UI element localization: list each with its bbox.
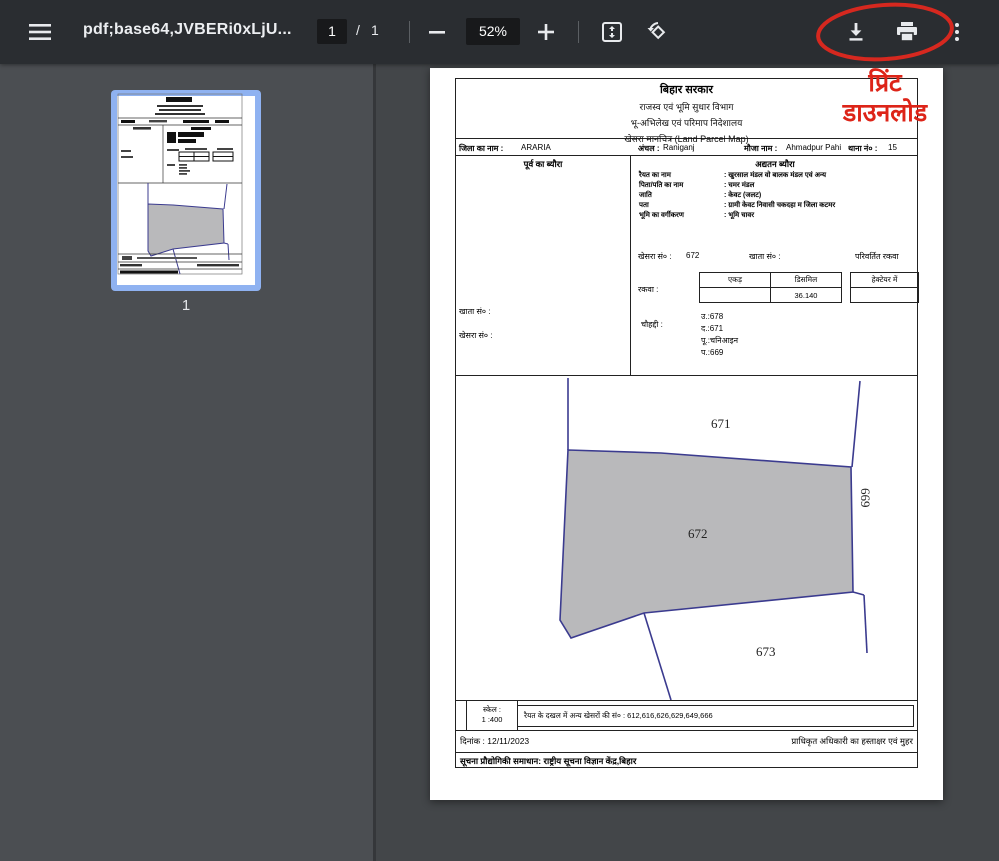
plus-icon — [538, 24, 554, 40]
prev-khata-label: खाता सं० : — [459, 306, 490, 317]
zoom-in-button[interactable] — [530, 16, 562, 48]
hamburger-icon — [29, 24, 51, 40]
caste-label: जाति — [639, 191, 652, 200]
it-solution-line: सूचना प्रौद्योगिकी समाधान: राष्ट्रीय सूच… — [456, 753, 917, 769]
minus-icon — [429, 31, 445, 34]
father-name-label: पिता/पति का नाम — [639, 181, 683, 190]
khesra-no-label: खेसरा सं० : — [638, 251, 672, 262]
previous-details-column: पूर्व का ब्यौरा खाता सं० : खेसरा सं० : — [456, 156, 631, 376]
acre-header: एकड़ — [700, 273, 771, 288]
scale-label: स्केल : — [467, 705, 517, 715]
document-content: बिहार सरकार राजस्व एवं भूमि सुधार विभाग … — [455, 78, 918, 768]
other-khesra-note: रैयत के दखल में अन्य खेसरों की सं० : 612… — [518, 705, 914, 727]
fit-page-icon — [601, 21, 623, 43]
fit-to-page-button[interactable] — [596, 16, 628, 48]
parcel-map-svg: 671 672 673 669 — [456, 376, 917, 700]
pdf-viewer-area: 1 बिहार सरकार राजस्व एवं भूमि सुधार विभा… — [0, 64, 999, 861]
document-title: pdf;base64,JVBERi0xLjU... — [83, 21, 292, 39]
department-line: राजस्व एवं भूमि सुधार विभाग — [456, 100, 917, 113]
signature-text: प्राधिकृत अधिकारी का हस्ताक्षर एवं मुहर — [791, 736, 913, 747]
address-label: पता — [639, 201, 649, 210]
zoom-level[interactable]: 52% — [466, 18, 520, 45]
land-class-value: : भूमि चावर — [724, 211, 754, 220]
converted-area-label: परिवर्तित रकवा — [855, 251, 899, 262]
govt-title: बिहार सरकार — [456, 82, 917, 97]
print-icon — [896, 22, 918, 42]
current-heading: अद्यतन ब्यौरा — [631, 156, 919, 170]
boundary-north: उ.:678 — [701, 311, 723, 322]
current-details-column: अद्यतन ब्यौरा रैयत का नाम : खुरसाल मंडल … — [631, 156, 919, 376]
more-options-button[interactable] — [941, 16, 973, 48]
district-value: ARARIA — [521, 143, 551, 152]
thumbnail-mini-document — [111, 90, 249, 279]
raiyat-name-value: : खुरसाल मंडल वो बालक मंडल एवं अन्य — [724, 171, 826, 180]
details-section: पूर्व का ब्यौरा खाता सं० : खेसरा सं० : अ… — [456, 156, 917, 376]
toolbar-separator — [409, 21, 410, 43]
download-button[interactable] — [840, 16, 872, 48]
rotate-button[interactable] — [642, 16, 674, 48]
parcel-map: 671 672 673 669 — [456, 376, 917, 701]
thana-value: 15 — [888, 143, 897, 152]
scale-row: स्केल : 1 :400 रैयत के दखल में अन्य खेसर… — [456, 701, 917, 731]
decimal-value: 36.140 — [771, 288, 842, 303]
thana-label: थाना नं० : — [848, 143, 877, 154]
district-label: जिला का नाम : — [459, 143, 503, 154]
three-dot-menu-icon — [955, 23, 959, 41]
khesra-no-value: 672 — [686, 251, 699, 260]
thumbnail-sidebar: 1 — [0, 64, 373, 861]
decimal-header: डिसमिल — [771, 273, 842, 288]
plot-label-673: 673 — [756, 644, 776, 659]
hectare-table: हेक्टेयर में — [850, 272, 919, 303]
scale-value: 1 :400 — [467, 715, 517, 724]
chauhaddi-label: चौहद्दी : — [641, 319, 663, 330]
hectare-header: हेक्टेयर में — [851, 273, 919, 288]
page-count: 1 — [371, 22, 379, 38]
sidebar-divider[interactable] — [373, 64, 376, 861]
thumbnail-page-number: 1 — [111, 297, 261, 314]
pdf-toolbar: pdf;base64,JVBERi0xLjU... 1 / 1 52% — [0, 0, 999, 64]
pdf-page: बिहार सरकार राजस्व एवं भूमि सुधार विभाग … — [430, 68, 943, 800]
boundary-south: द.:671 — [701, 323, 723, 334]
acre-value — [700, 288, 771, 303]
address-value: : ग्रामी केवट निवासी चकदहा म जिला कटमर — [724, 201, 835, 210]
khata-no-label: खाता सं० : — [749, 251, 780, 262]
date-value: दिनांक : 12/11/2023 — [460, 736, 529, 747]
rotate-icon — [646, 20, 670, 44]
boundary-east: पू.:चनिआइन — [701, 335, 738, 346]
scale-cell: स्केल : 1 :400 — [466, 701, 518, 731]
caste-value: : केवट (जलट) — [724, 191, 761, 200]
previous-heading: पूर्व का ब्यौरा — [456, 156, 630, 170]
print-button[interactable] — [891, 16, 923, 48]
father-name-value: : चमर मंडल — [724, 181, 754, 190]
land-class-label: भूमि का वर्गीकरण — [639, 211, 684, 220]
plot-label-671: 671 — [711, 416, 731, 431]
plot-label-672: 672 — [688, 526, 708, 541]
page-divider: / — [356, 22, 360, 38]
download-icon — [846, 22, 866, 42]
directorate-line: भू-अभिलेख एवं परिमाप निदेशालय — [456, 116, 917, 129]
rakba-label: रकवा : — [638, 284, 658, 295]
mauja-value: Ahmadpur Pahi — [786, 143, 841, 152]
mauja-label: मौजा नाम : — [744, 143, 777, 154]
hectare-value — [851, 288, 919, 303]
anchal-value: Raniganj — [663, 143, 695, 152]
page-thumbnail[interactable] — [111, 90, 261, 291]
area-table: एकड़ डिसमिल 36.140 — [699, 272, 842, 303]
boundary-west: प.:669 — [701, 347, 723, 358]
prev-khesra-label: खेसरा सं० : — [459, 330, 493, 341]
zoom-out-button[interactable] — [421, 16, 453, 48]
toolbar-separator — [578, 21, 579, 43]
menu-button[interactable] — [24, 16, 56, 48]
location-info-row: जिला का नाम : ARARIA अंचल : Raniganj मौज… — [456, 139, 917, 156]
page-number-input[interactable]: 1 — [317, 19, 347, 44]
plot-label-669: 669 — [858, 488, 873, 508]
raiyat-name-label: रैयत का नाम — [639, 171, 671, 180]
date-row: दिनांक : 12/11/2023 प्राधिकृत अधिकारी का… — [456, 731, 917, 753]
document-header: बिहार सरकार राजस्व एवं भूमि सुधार विभाग … — [456, 79, 917, 139]
thumbnail-page-preview — [117, 96, 255, 285]
anchal-label: अंचल : — [638, 143, 660, 154]
